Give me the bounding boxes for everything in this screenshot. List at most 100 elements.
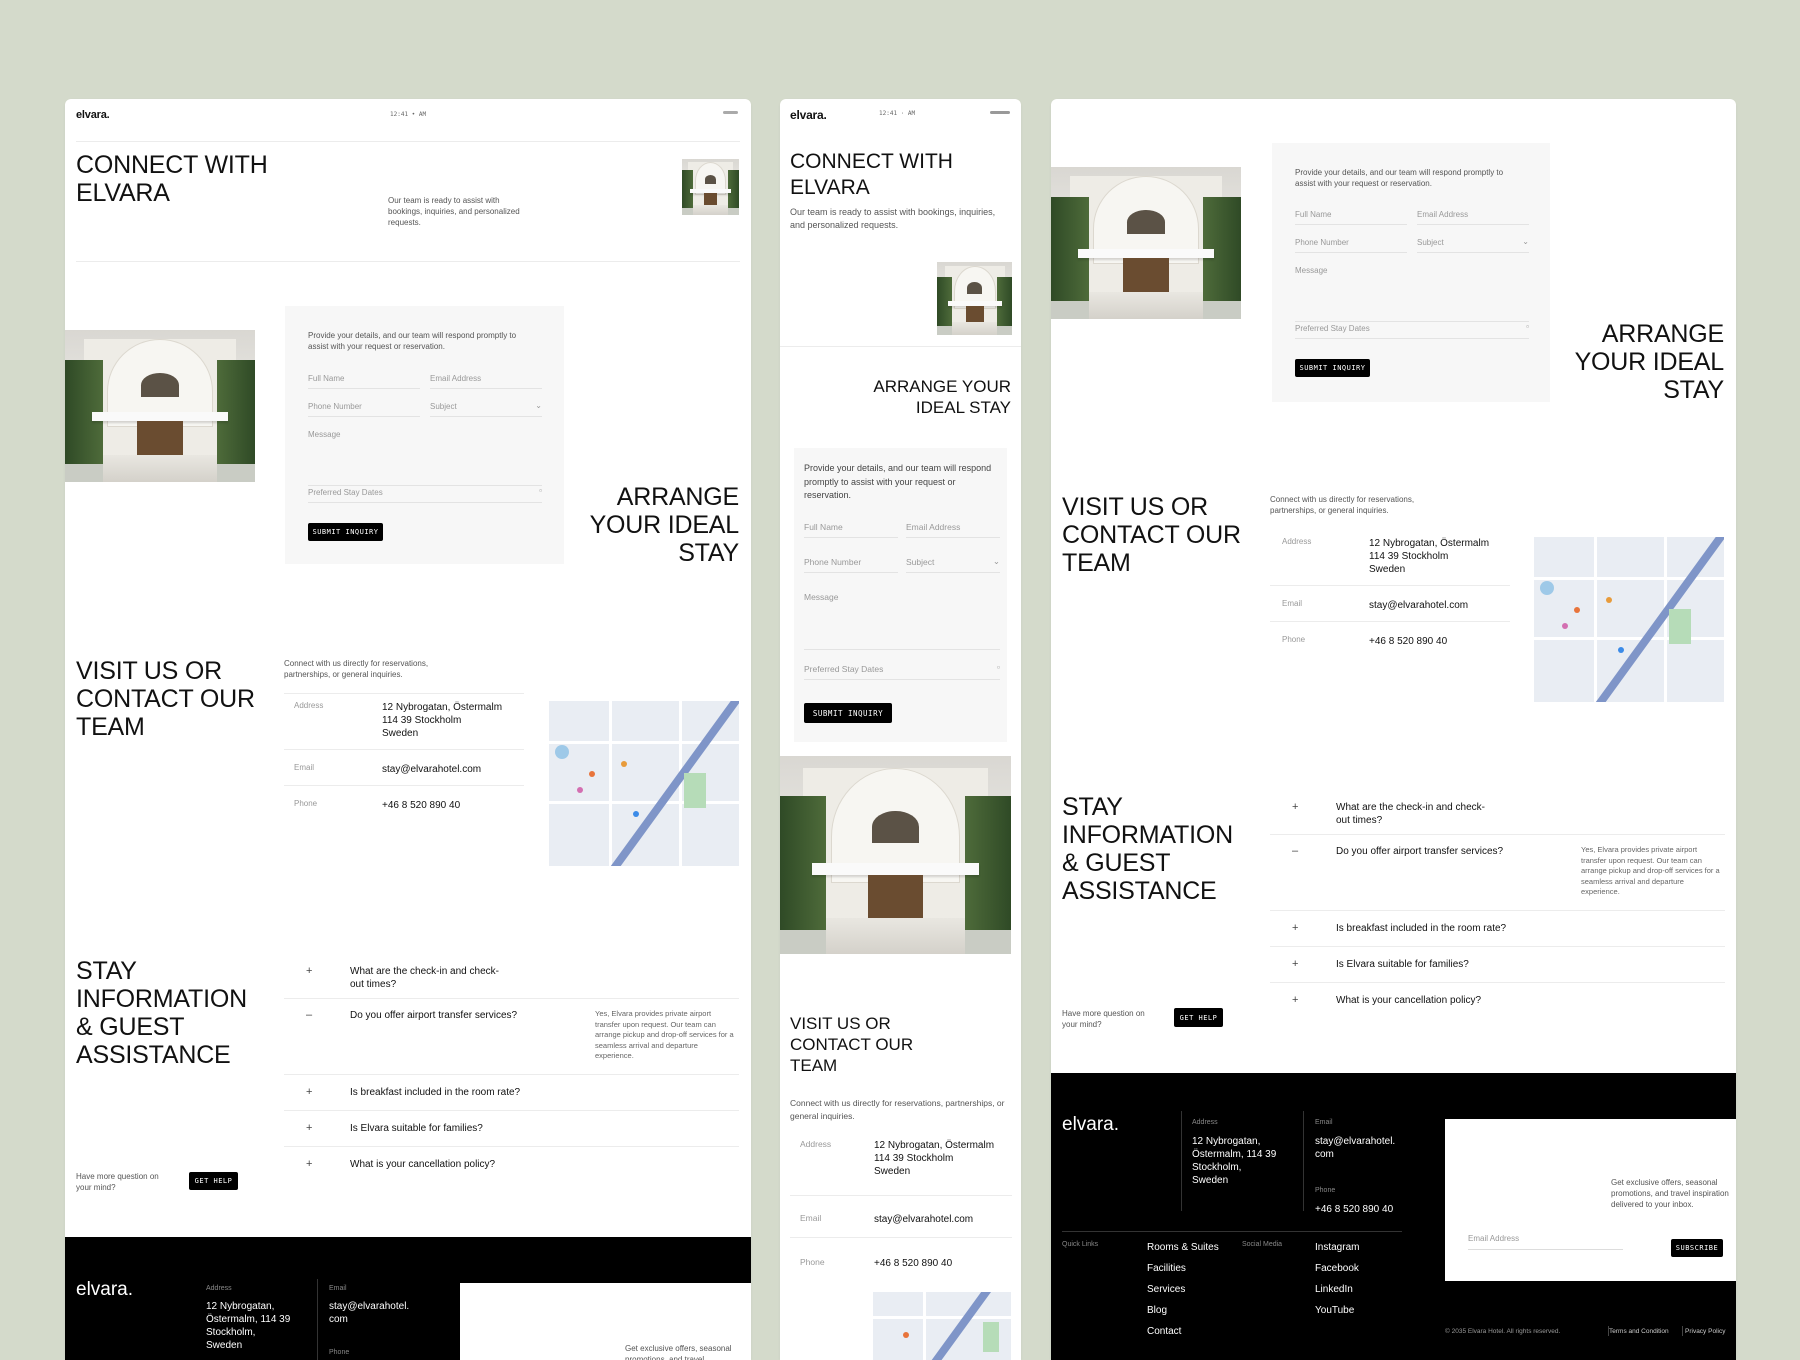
footer-link-contact[interactable]: Contact: [1147, 1325, 1219, 1338]
desktop-layout-panel: elvara. 12:41 • AM CONNECT WITH ELVARA Ou…: [65, 99, 751, 1360]
submit-inquiry-button[interactable]: SUBMIT INQUIRY: [804, 703, 892, 723]
faq-item[interactable]: + Is breakfast included in the room rate…: [1270, 911, 1725, 947]
address-value: 12 Nybrogatan, Östermalm 114 39 Stockholm…: [874, 1140, 995, 1177]
subscribe-button[interactable]: SUBSCRIBE: [1671, 1239, 1723, 1257]
subject-select[interactable]: Subject ⌄: [430, 401, 542, 417]
footer-link-youtube[interactable]: YouTube: [1315, 1304, 1359, 1317]
footer-link-facilities[interactable]: Facilities: [1147, 1262, 1219, 1275]
faq-item[interactable]: + Is Elvara suitable for families?: [284, 1111, 739, 1147]
newsletter-title: STAY CONNECTED WITH ELVARA: [483, 1305, 619, 1340]
desktop-scrolled-panel: Provide your details, and our team will …: [1051, 99, 1736, 1360]
chevron-down-icon: ⌄: [1522, 237, 1529, 246]
phone-link[interactable]: +46 8 520 890 40: [1369, 635, 1447, 648]
faq-item[interactable]: + What is your cancellation policy?: [284, 1147, 739, 1183]
help-text: Have more question on your mind?: [1062, 1009, 1145, 1029]
submit-inquiry-button[interactable]: SUBMIT INQUIRY: [308, 523, 383, 541]
footer-link-blog[interactable]: Blog: [1147, 1304, 1219, 1317]
hotel-entrance-image: [1051, 167, 1241, 319]
footer-logo[interactable]: elvara.: [1062, 1114, 1119, 1136]
location-map[interactable]: [873, 1292, 1011, 1360]
faq-item-expanded[interactable]: – Do you offer airport transfer services…: [284, 999, 739, 1075]
faq-item[interactable]: + Is breakfast included in the room rate…: [284, 1075, 739, 1111]
stay-dates-field[interactable]: Preferred Stay Dates ▫: [1295, 322, 1529, 339]
location-map[interactable]: [1534, 537, 1724, 702]
footer-email[interactable]: stay@elvarahotel. com: [329, 1300, 409, 1326]
hotel-entrance-image: [65, 330, 255, 482]
faq-item[interactable]: + Is Elvara suitable for families?: [1270, 947, 1725, 983]
email-field[interactable]: Email Address: [1417, 210, 1529, 225]
contact-title: VISIT US OR CONTACT OUR TEAM: [76, 657, 255, 741]
footer-link-linkedin[interactable]: LinkedIn: [1315, 1283, 1359, 1296]
brand-logo[interactable]: elvara.: [790, 108, 827, 122]
plus-icon: +: [306, 1086, 313, 1098]
subject-select[interactable]: Subject ⌄: [1417, 237, 1529, 253]
phone-field[interactable]: Phone Number: [804, 557, 898, 573]
calendar-icon: ▫: [996, 662, 1000, 672]
footer-link-services[interactable]: Services: [1147, 1283, 1219, 1296]
phone-link[interactable]: +46 8 520 890 40: [382, 799, 460, 812]
faq-item[interactable]: + What is your cancellation policy?: [1270, 983, 1725, 1019]
footer-link-rooms[interactable]: Rooms & Suites: [1147, 1241, 1219, 1254]
footer-link-instagram[interactable]: Instagram: [1315, 1241, 1359, 1254]
address-value: 12 Nybrogatan, Östermalm 114 39 Stockholm…: [1369, 538, 1490, 575]
full-name-field[interactable]: Full Name: [804, 522, 898, 538]
full-name-field[interactable]: Full Name: [1295, 210, 1407, 225]
hero-subtitle: Our team is ready to assist with booking…: [790, 207, 996, 230]
email-link[interactable]: stay@elvarahotel.com: [874, 1213, 973, 1226]
chevron-down-icon: ⌄: [992, 556, 1000, 566]
footer-phone[interactable]: +46 8 520 890 40: [1315, 1203, 1393, 1216]
message-field[interactable]: Message: [804, 592, 1000, 650]
terms-link[interactable]: Terms and Condition: [1609, 1328, 1669, 1335]
faq-answer: Yes, Elvara provides private airport tra…: [595, 1009, 734, 1060]
inquiry-title: ARRANGE YOUR IDEAL STAY: [589, 483, 740, 567]
phone-field[interactable]: Phone Number: [1295, 238, 1407, 253]
phone-field[interactable]: Phone Number: [308, 402, 420, 417]
inquiry-form-card: Provide your details, and our team will …: [794, 448, 1007, 742]
submit-inquiry-button[interactable]: SUBMIT INQUIRY: [1295, 359, 1370, 377]
newsletter-email-input[interactable]: Email Address: [1468, 1234, 1623, 1250]
faq-item[interactable]: + What are the check-in and check-out ti…: [1270, 793, 1725, 835]
contact-intro: Connect with us directly for reservation…: [1270, 495, 1415, 515]
contact-title: VISIT US OR CONTACT OUR TEAM: [1062, 493, 1241, 577]
location-map[interactable]: [549, 701, 739, 866]
message-field[interactable]: Message: [308, 430, 542, 486]
phone-link[interactable]: +46 8 520 890 40: [874, 1257, 952, 1270]
hero-title: CONNECT WITH ELVARA: [790, 150, 953, 199]
faq-item[interactable]: + What are the check-in and check-out ti…: [284, 957, 739, 999]
inquiry-intro: Provide your details, and our team will …: [308, 331, 517, 351]
minus-icon: –: [306, 1009, 313, 1021]
menu-icon[interactable]: [723, 111, 738, 114]
email-field[interactable]: Email Address: [430, 374, 542, 389]
stay-dates-field[interactable]: Preferred Stay Dates ▫: [308, 486, 542, 503]
newsletter-text: Get exclusive offers, seasonal promotion…: [625, 1344, 732, 1360]
address-value: 12 Nybrogatan, Östermalm 114 39 Stockholm…: [382, 702, 503, 739]
faq-item-expanded[interactable]: – Do you offer airport transfer services…: [1270, 835, 1725, 911]
subject-select[interactable]: Subject ⌄: [906, 556, 1000, 573]
plus-icon: +: [1292, 958, 1299, 970]
plus-icon: +: [306, 965, 313, 977]
faq-list: + What are the check-in and check-out ti…: [1270, 793, 1725, 1023]
stay-dates-field[interactable]: Preferred Stay Dates ▫: [804, 662, 1000, 680]
email-field[interactable]: Email Address: [906, 522, 1000, 538]
footer-link-facebook[interactable]: Facebook: [1315, 1262, 1359, 1275]
brand-logo[interactable]: elvara.: [76, 109, 110, 121]
plus-icon: +: [1292, 801, 1299, 813]
full-name-field[interactable]: Full Name: [308, 374, 420, 389]
privacy-link[interactable]: Privacy Policy: [1685, 1328, 1725, 1335]
get-help-button[interactable]: GET HELP: [189, 1172, 238, 1190]
social-links: Instagram Facebook LinkedIn YouTube: [1315, 1241, 1359, 1317]
get-help-button[interactable]: GET HELP: [1174, 1008, 1223, 1027]
inquiry-intro: Provide your details, and our team will …: [804, 463, 992, 500]
footer-logo[interactable]: elvara.: [76, 1279, 133, 1301]
help-text: Have more question on your mind?: [76, 1172, 159, 1192]
mobile-layout-panel: elvara. 12:41 · AM CONNECT WITH ELVARA Ou…: [780, 99, 1021, 1360]
menu-icon[interactable]: [990, 111, 1010, 114]
inquiry-intro: Provide your details, and our team will …: [1295, 168, 1504, 188]
footer-email[interactable]: stay@elvarahotel. com: [1315, 1135, 1395, 1161]
email-link[interactable]: stay@elvarahotel.com: [382, 763, 481, 776]
message-field[interactable]: Message: [1295, 266, 1529, 322]
status-time: 12:41 • AM: [390, 111, 427, 118]
footer: elvara. Address 12 Nybrogatan, Östermalm,…: [1051, 1073, 1736, 1360]
email-link[interactable]: stay@elvarahotel.com: [1369, 599, 1468, 612]
hotel-thumbnail-image: [937, 262, 1012, 335]
